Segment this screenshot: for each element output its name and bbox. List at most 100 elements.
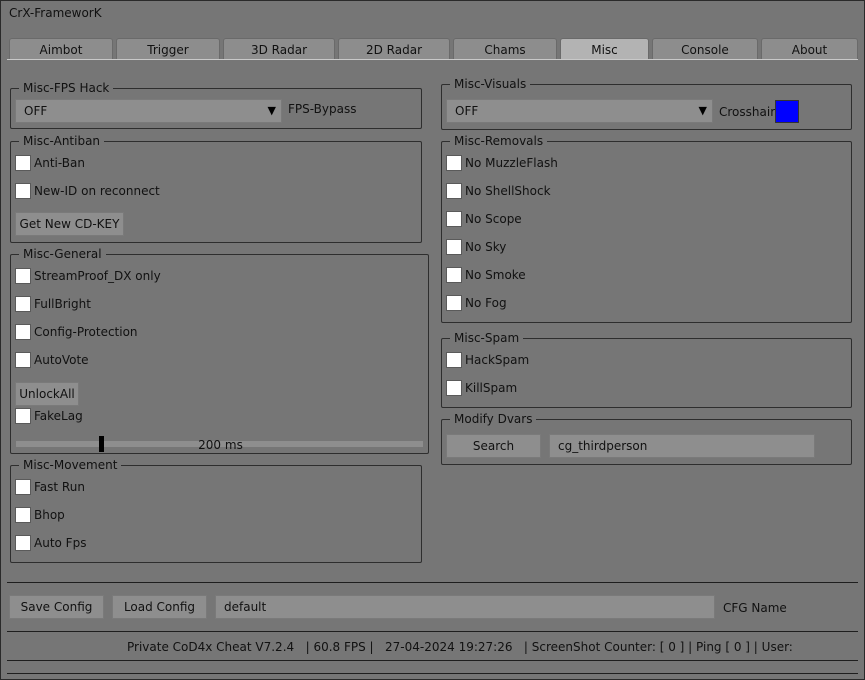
- save-config-button[interactable]: Save Config: [9, 595, 104, 619]
- divider: [7, 631, 858, 632]
- chevron-down-icon: ▼: [698, 104, 707, 117]
- option-no-scope[interactable]: No Scope: [446, 209, 522, 229]
- main-window: CrX-FrameworK Aimbot Trigger 3D Radar 2D…: [0, 0, 865, 680]
- visuals-dropdown[interactable]: OFF ▼: [446, 99, 713, 123]
- option-label: No Smoke: [465, 268, 526, 282]
- cfg-name-label: CFG Name: [723, 601, 787, 615]
- checkbox[interactable]: [446, 295, 462, 311]
- option-label: No Scope: [465, 212, 522, 226]
- checkbox[interactable]: [446, 380, 462, 396]
- fps-hack-dropdown[interactable]: OFF ▼: [15, 99, 282, 123]
- checkbox[interactable]: [15, 507, 31, 523]
- group-title: Modify Dvars: [450, 411, 537, 427]
- option-config-protection[interactable]: Config-Protection: [15, 322, 138, 342]
- option-no-muzzleflash[interactable]: No MuzzleFlash: [446, 153, 558, 173]
- option-label: New-ID on reconnect: [34, 184, 160, 198]
- checkbox[interactable]: [15, 479, 31, 495]
- option-label: Config-Protection: [34, 325, 138, 339]
- option-no-shellshock[interactable]: No ShellShock: [446, 181, 551, 201]
- checkbox[interactable]: [15, 408, 31, 424]
- checkbox[interactable]: [15, 535, 31, 551]
- group-spam: Misc-Spam HackSpam KillSpam: [441, 330, 852, 408]
- option-killspam[interactable]: KillSpam: [446, 378, 517, 398]
- dropdown-value: OFF: [455, 104, 479, 118]
- group-antiban: Misc-Antiban Anti-Ban New-ID on reconnec…: [10, 133, 422, 243]
- divider: [7, 582, 858, 583]
- crosshair-label: Crosshair: [719, 105, 776, 119]
- option-label: Bhop: [34, 508, 65, 522]
- checkbox[interactable]: [446, 155, 462, 171]
- checkbox[interactable]: [446, 183, 462, 199]
- window-title: CrX-FrameworK: [9, 6, 102, 20]
- option-label: No Sky: [465, 240, 507, 254]
- option-label: No ShellShock: [465, 184, 551, 198]
- group-general: Misc-General StreamProof_DX only FullBri…: [10, 246, 429, 454]
- option-label: Auto Fps: [34, 536, 87, 550]
- option-fakelag[interactable]: FakeLag: [15, 406, 83, 426]
- tab-chams[interactable]: Chams: [453, 38, 557, 60]
- checkbox[interactable]: [15, 324, 31, 340]
- option-label: HackSpam: [465, 353, 530, 367]
- get-cd-key-button[interactable]: Get New CD-KEY: [15, 212, 124, 236]
- divider: [7, 660, 858, 661]
- option-no-fog[interactable]: No Fog: [446, 293, 507, 313]
- cfg-name-input[interactable]: default: [215, 595, 715, 619]
- tab-trigger[interactable]: Trigger: [116, 38, 220, 60]
- checkbox[interactable]: [15, 183, 31, 199]
- search-button[interactable]: Search: [446, 434, 541, 458]
- fakelag-value: 200 ms: [198, 438, 243, 452]
- option-fullbright[interactable]: FullBright: [15, 294, 91, 314]
- option-bhop[interactable]: Bhop: [15, 505, 65, 525]
- option-fast-run[interactable]: Fast Run: [15, 477, 85, 497]
- group-title: Misc-General: [19, 246, 106, 262]
- group-removals: Misc-Removals No MuzzleFlash No ShellSho…: [441, 133, 852, 323]
- checkbox[interactable]: [15, 155, 31, 171]
- checkbox[interactable]: [15, 268, 31, 284]
- tab-aimbot[interactable]: Aimbot: [9, 38, 113, 60]
- divider: [7, 673, 858, 674]
- tab-2d-radar[interactable]: 2D Radar: [338, 38, 450, 60]
- option-label: Fast Run: [34, 480, 85, 494]
- option-label: FakeLag: [34, 409, 83, 423]
- unlock-all-button[interactable]: UnlockAll: [15, 382, 79, 406]
- group-fps-hack: Misc-FPS Hack OFF ▼ FPS-Bypass: [10, 80, 422, 129]
- option-label: No MuzzleFlash: [465, 156, 558, 170]
- option-anti-ban[interactable]: Anti-Ban: [15, 153, 85, 173]
- option-no-sky[interactable]: No Sky: [446, 237, 506, 257]
- status-bar-text: Private CoD4x Cheat V7.2.4 | 60.8 FPS | …: [127, 640, 793, 654]
- option-label: AutoVote: [34, 353, 89, 367]
- tab-about[interactable]: About: [761, 38, 858, 60]
- group-title: Misc-Removals: [450, 133, 548, 149]
- option-label: StreamProof_DX only: [34, 269, 161, 283]
- group-title: Misc-Movement: [19, 457, 122, 473]
- checkbox[interactable]: [15, 296, 31, 312]
- group-title: Misc-Antiban: [19, 133, 105, 149]
- group-title: Misc-Visuals: [450, 76, 531, 92]
- option-no-smoke[interactable]: No Smoke: [446, 265, 526, 285]
- option-streamproof[interactable]: StreamProof_DX only: [15, 266, 161, 286]
- crosshair-color-swatch[interactable]: [775, 100, 799, 123]
- tab-console[interactable]: Console: [652, 38, 758, 60]
- tab-underline: [7, 59, 858, 60]
- option-label: No Fog: [465, 296, 507, 310]
- option-new-id[interactable]: New-ID on reconnect: [15, 181, 160, 201]
- load-config-button[interactable]: Load Config: [112, 595, 207, 619]
- checkbox[interactable]: [15, 352, 31, 368]
- group-movement: Misc-Movement Fast Run Bhop Auto Fps: [10, 457, 422, 563]
- tab-bar: Aimbot Trigger 3D Radar 2D Radar Chams M…: [1, 38, 865, 60]
- dropdown-value: OFF: [24, 104, 48, 118]
- dvar-input[interactable]: cg_thirdperson: [549, 434, 815, 458]
- group-title: Misc-Spam: [450, 330, 524, 346]
- checkbox[interactable]: [446, 239, 462, 255]
- group-title: Misc-FPS Hack: [19, 80, 114, 96]
- option-autovote[interactable]: AutoVote: [15, 350, 89, 370]
- checkbox[interactable]: [446, 211, 462, 227]
- option-hackspam[interactable]: HackSpam: [446, 350, 529, 370]
- option-auto-fps[interactable]: Auto Fps: [15, 533, 86, 553]
- tab-3d-radar[interactable]: 3D Radar: [223, 38, 335, 60]
- checkbox[interactable]: [446, 352, 462, 368]
- fps-bypass-label: FPS-Bypass: [288, 102, 357, 116]
- tab-misc[interactable]: Misc: [560, 38, 649, 60]
- group-modify-dvars: Modify Dvars Search cg_thirdperson: [441, 411, 852, 465]
- checkbox[interactable]: [446, 267, 462, 283]
